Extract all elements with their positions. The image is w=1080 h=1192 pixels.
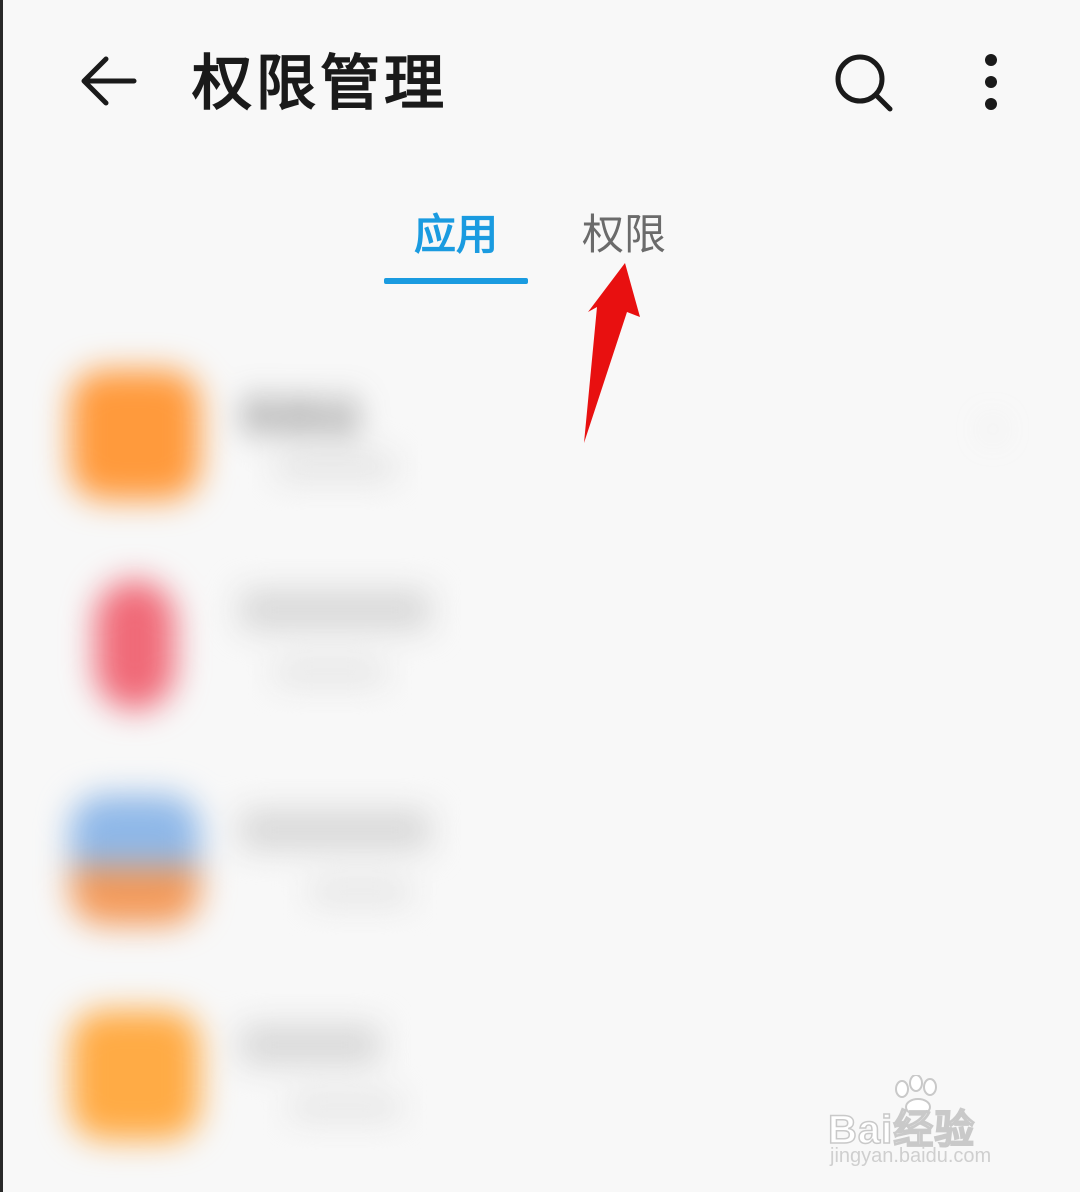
app-name-placeholder [240,810,430,850]
baidu-jingyan-watermark: Bai经验 jingyan.baidu.com [827,1075,1028,1175]
tab-bar: 应用 权限 [0,195,1080,295]
list-item[interactable]: 系统设 › [0,360,1080,540]
app-icon [70,1010,200,1140]
list-item[interactable] [0,565,1080,745]
app-icon [70,370,200,500]
app-icon [70,795,200,925]
app-list: 系统设 › [0,320,1080,1192]
app-subtitle [275,660,385,684]
app-icon [95,580,175,710]
watermark-url: jingyan.baidu.com [830,1145,992,1167]
app-subtitle [310,880,410,904]
app-subtitle [275,455,395,479]
app-subtitle [290,1095,400,1119]
more-vertical-icon[interactable] [962,45,1020,121]
app-name-placeholder [240,590,430,630]
app-name: 系统设 [240,395,360,441]
chevron-right-icon: › [985,405,1001,451]
page-title: 权限管理 [192,49,448,119]
app-bar: 权限管理 [0,0,1080,170]
list-item[interactable] [0,785,1080,965]
tab-selected-indicator [384,278,528,284]
back-arrow-icon[interactable] [72,45,144,117]
tab-apps[interactable]: 应用 [384,205,528,265]
red-arrow-annotation [570,255,660,455]
search-icon[interactable] [826,45,902,121]
app-name-placeholder [240,1025,380,1065]
